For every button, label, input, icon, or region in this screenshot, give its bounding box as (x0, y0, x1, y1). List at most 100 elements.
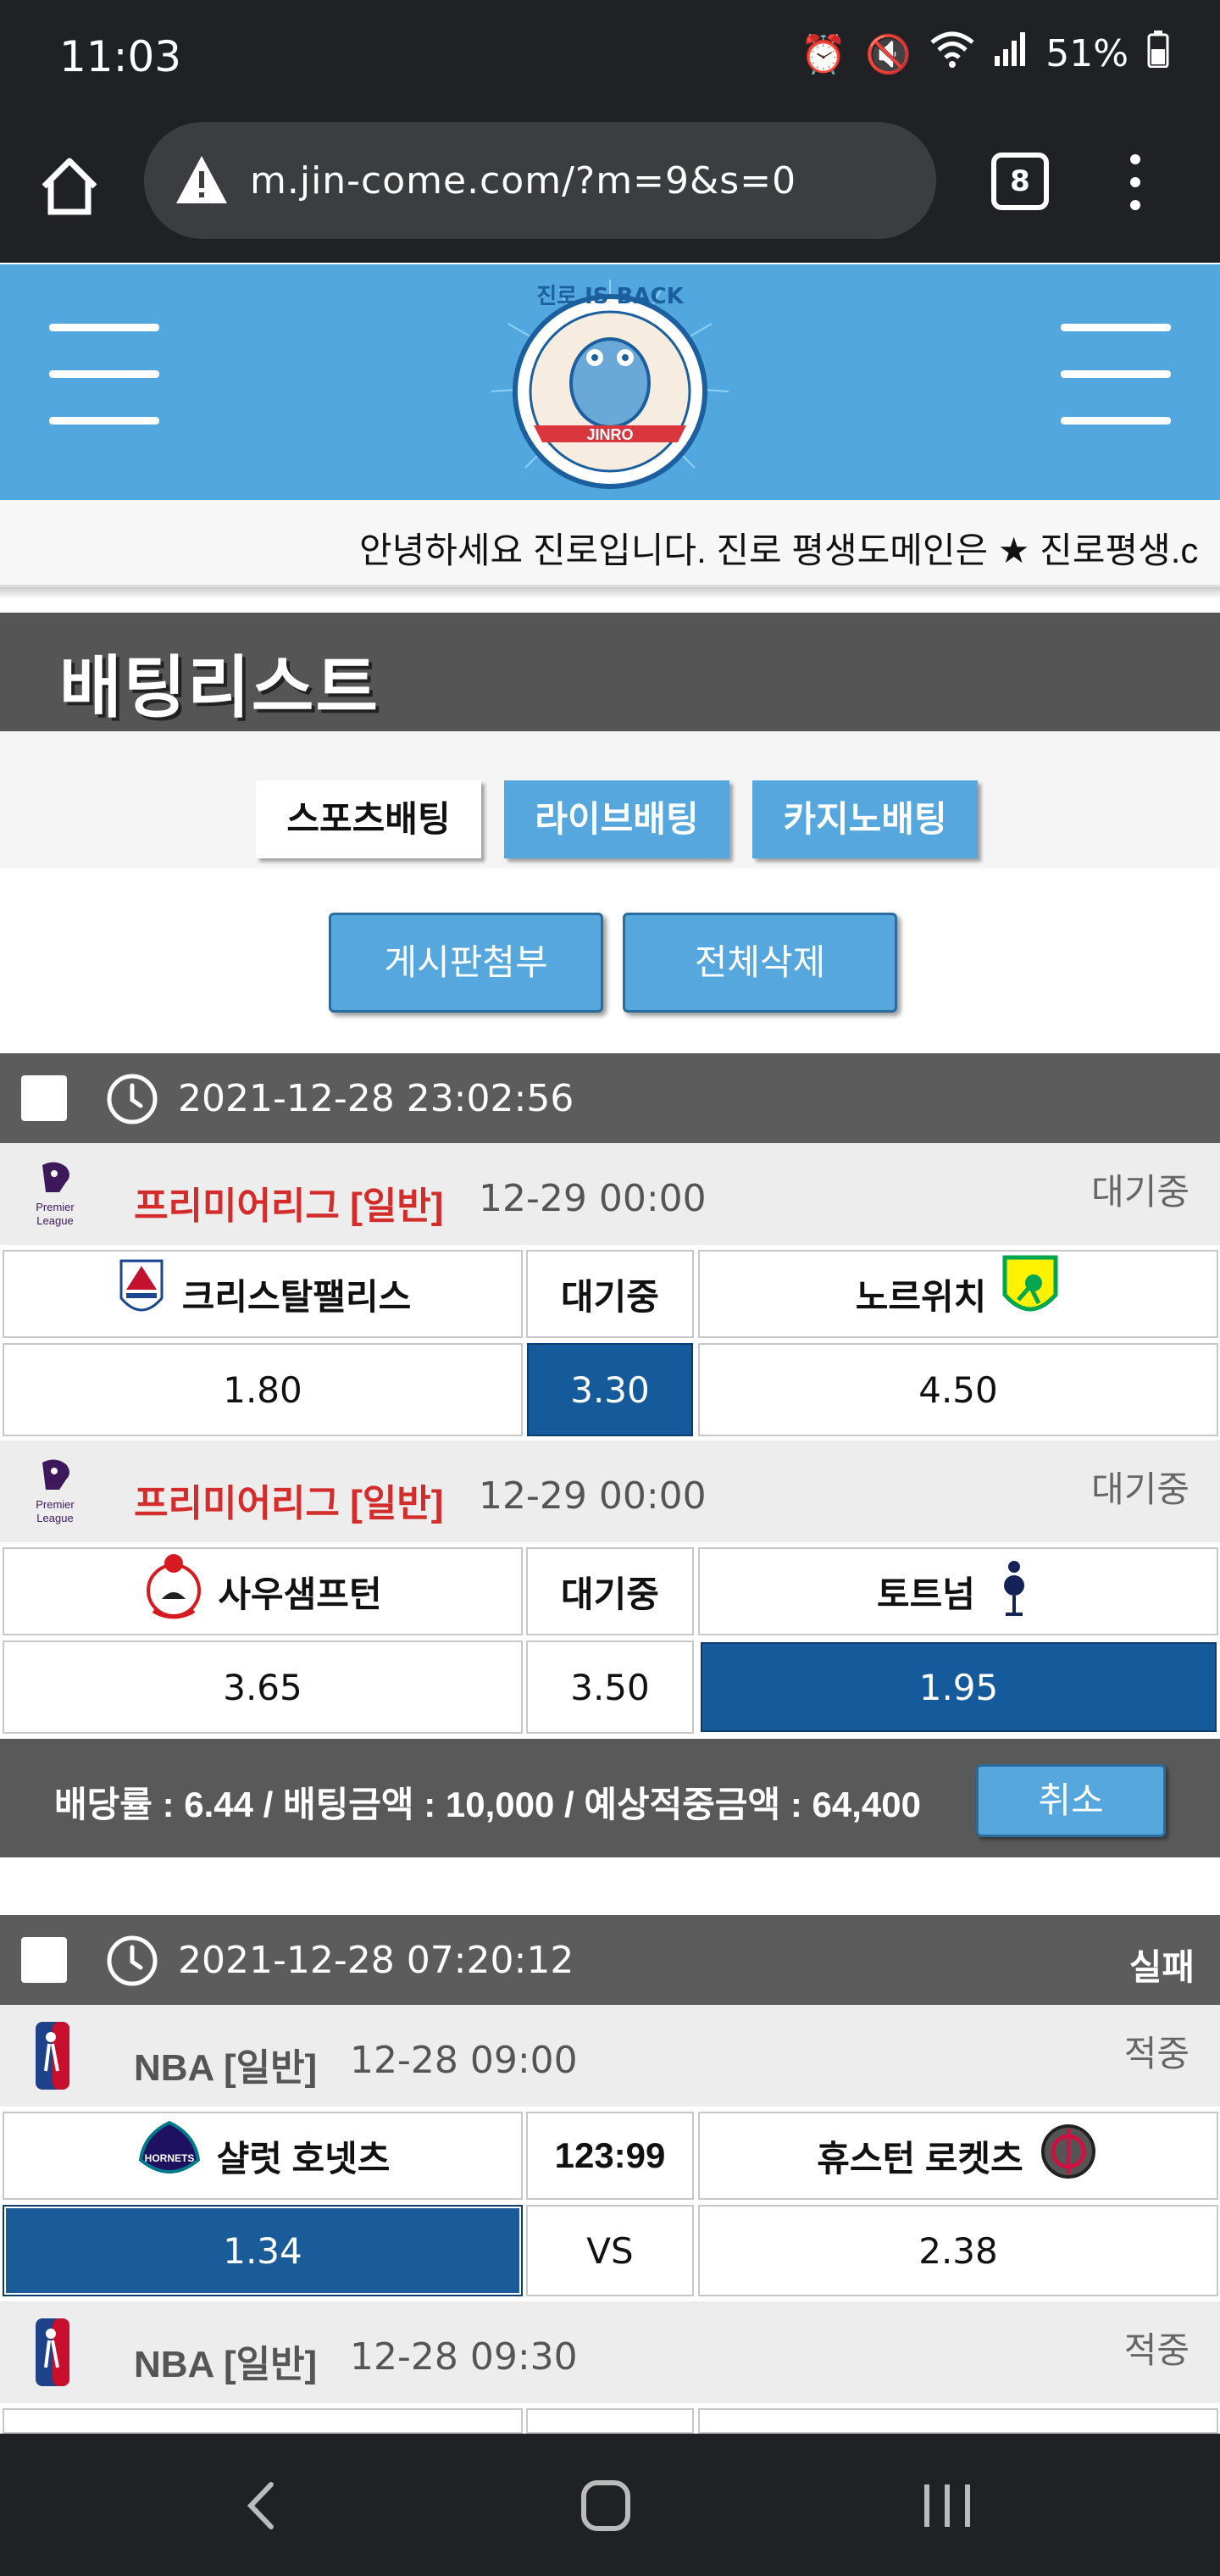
site-header: JINRO 진로 IS BACK (0, 264, 1220, 500)
system-nav-bar (0, 2434, 1220, 2576)
match-middle-label: 대기중 (526, 1547, 694, 1635)
battery-percent: 51% (1045, 32, 1128, 75)
league-name: 프리미어리그 [일반] (134, 1185, 444, 1227)
page-title-bar: 배팅리스트 (0, 613, 1220, 731)
notice-text: 안녕하세요 진로입니다. 진로 평생도메인은 ★ 진로평생.c (359, 530, 1199, 570)
home-team: HORNETS 샬럿 호넷츠 (3, 2112, 523, 2200)
home-team: 사우샘프턴 (3, 1547, 523, 1635)
bet-datetime: 2021-12-28 07:20:12 (178, 1939, 574, 1982)
southampton-icon (143, 1552, 204, 1631)
divider (0, 587, 1220, 599)
status-time: 11:03 (59, 32, 182, 81)
tab-switcher-button[interactable]: 8 (991, 153, 1049, 210)
away-odds-button[interactable]: 2.38 (698, 2205, 1218, 2296)
bet-type-tabs: 스포츠배팅 라이브배팅 카지노배팅 (0, 731, 1220, 869)
svg-text:League: League (36, 1512, 73, 1524)
status-bar: 11:03 ⏰ 🔇 51% (0, 0, 1220, 119)
select-checkbox[interactable] (21, 1075, 67, 1121)
match-time: 12-29 00:00 (479, 1474, 707, 1518)
tab-casino[interactable]: 카지노배팅 (752, 780, 978, 858)
address-bar[interactable]: m.jin-come.com/?m=9&s=0 (144, 122, 936, 239)
nba-icon (34, 2020, 71, 2091)
site-logo[interactable]: JINRO 진로 IS BACK (474, 273, 746, 493)
status-icons: ⏰ 🔇 51% (801, 31, 1169, 77)
tab-live[interactable]: 라이브배팅 (504, 780, 729, 858)
bet-summary-text: 배당률 : 6.44 / 배팅금액 : 10,000 / 예상적중금액 : 64… (54, 1785, 921, 1824)
notice-marquee: 안녕하세요 진로입니다. 진로 평생도메인은 ★ 진로평생.c (0, 500, 1220, 587)
match-time: 12-29 00:00 (479, 1177, 707, 1220)
more-vert-icon[interactable] (1118, 153, 1152, 212)
warning-icon[interactable] (173, 153, 230, 207)
charlotte-hornets-icon: HORNETS (136, 2118, 203, 2194)
signal-icon (993, 31, 1027, 77)
draw-odds-button[interactable]: 3.30 (527, 1343, 693, 1436)
houston-rockets-icon (1037, 2120, 1100, 2191)
match-score (526, 2408, 694, 2434)
tab-sports[interactable]: 스포츠배팅 (256, 780, 481, 858)
action-row: 게시판첨부 전체삭제 (0, 869, 1220, 1055)
url-text[interactable]: m.jin-come.com/?m=9&s=0 (250, 159, 796, 203)
away-odds-button[interactable]: 4.50 (698, 1343, 1218, 1436)
svg-text:League: League (36, 1214, 73, 1227)
nba-icon (34, 2317, 71, 2388)
match-middle-label: 대기중 (526, 1250, 694, 1338)
versus-label: VS (526, 2205, 694, 2296)
home-nav-icon[interactable] (572, 2476, 640, 2535)
home-team: 크리스탈팰리스 (3, 1250, 523, 1338)
home-team (3, 2408, 523, 2434)
premier-league-icon: Premier League (25, 1456, 85, 1527)
bet-result: 실패 (1128, 1947, 1195, 1987)
svg-text:JINRO: JINRO (586, 426, 633, 443)
browser-toolbar: m.jin-come.com/?m=9&s=0 8 (0, 119, 1220, 263)
match-status: 대기중 (1091, 1469, 1190, 1509)
league-bar: NBA [일반] 12-28 09:00 적중 (0, 2005, 1220, 2107)
bet-datetime: 2021-12-28 23:02:56 (178, 1077, 574, 1120)
bet-group-header: 2021-12-28 23:02:56 (0, 1053, 1220, 1143)
svg-text:HORNETS: HORNETS (144, 2152, 194, 2164)
delete-all-button[interactable]: 전체삭제 (623, 913, 897, 1013)
match-status: 적중 (1123, 2034, 1190, 2074)
select-checkbox[interactable] (21, 1937, 67, 1983)
page-title: 배팅리스트 (59, 648, 380, 727)
draw-odds-button[interactable]: 3.50 (526, 1641, 694, 1734)
clock-icon (105, 1934, 159, 1988)
home-odds-button[interactable]: 3.65 (3, 1641, 523, 1734)
away-team: 노르위치 (698, 1250, 1218, 1338)
home-icon[interactable] (36, 153, 112, 229)
bet-summary: 배당률 : 6.44 / 배팅금액 : 10,000 / 예상적중금액 : 64… (0, 1739, 1220, 1857)
tottenham-icon (989, 1552, 1040, 1631)
match-status: 적중 (1123, 2330, 1190, 2370)
away-odds-button[interactable]: 1.95 (701, 1642, 1217, 1732)
battery-icon (1147, 31, 1169, 77)
cancel-bet-button[interactable]: 취소 (976, 1764, 1166, 1837)
clock-icon (105, 1072, 159, 1126)
home-odds-button[interactable]: 1.34 (3, 2205, 523, 2296)
match-score: 123:99 (526, 2112, 694, 2200)
attach-board-button[interactable]: 게시판첨부 (329, 913, 603, 1013)
premier-league-icon: Premier League (25, 1158, 85, 1230)
svg-text:Premier: Premier (36, 1498, 75, 1511)
crystal-palace-icon (114, 1256, 169, 1332)
league-name: 프리미어리그 [일반] (134, 1483, 444, 1524)
league-name: NBA [일반] (134, 2047, 318, 2089)
match-time: 12-28 09:30 (350, 2335, 578, 2379)
norwich-icon (1000, 1254, 1061, 1334)
home-odds-button[interactable]: 1.80 (3, 1343, 523, 1436)
away-team: 토트넘 (698, 1547, 1218, 1635)
away-team: 휴스턴 로켓츠 (698, 2112, 1218, 2200)
wifi-icon (930, 31, 974, 77)
league-bar: NBA [일반] 12-28 09:30 적중 (0, 2301, 1220, 2403)
back-icon[interactable] (229, 2476, 297, 2535)
recents-icon[interactable] (913, 2476, 981, 2535)
left-menu-button[interactable] (49, 324, 159, 430)
svg-text:진로 IS BACK: 진로 IS BACK (536, 284, 684, 309)
match-status: 대기중 (1091, 1172, 1190, 1212)
svg-text:Premier: Premier (36, 1201, 75, 1213)
bet-group-header: 2021-12-28 07:20:12 실패 (0, 1915, 1220, 2005)
match-time: 12-28 09:00 (350, 2039, 578, 2082)
league-name: NBA [일반] (134, 2344, 318, 2385)
league-bar: Premier League 프리미어리그 [일반] 12-29 00:00 대기… (0, 1441, 1220, 1542)
right-menu-button[interactable] (1061, 324, 1171, 430)
alarm-icon: ⏰ (800, 32, 847, 76)
mute-icon: 🔇 (865, 32, 912, 76)
